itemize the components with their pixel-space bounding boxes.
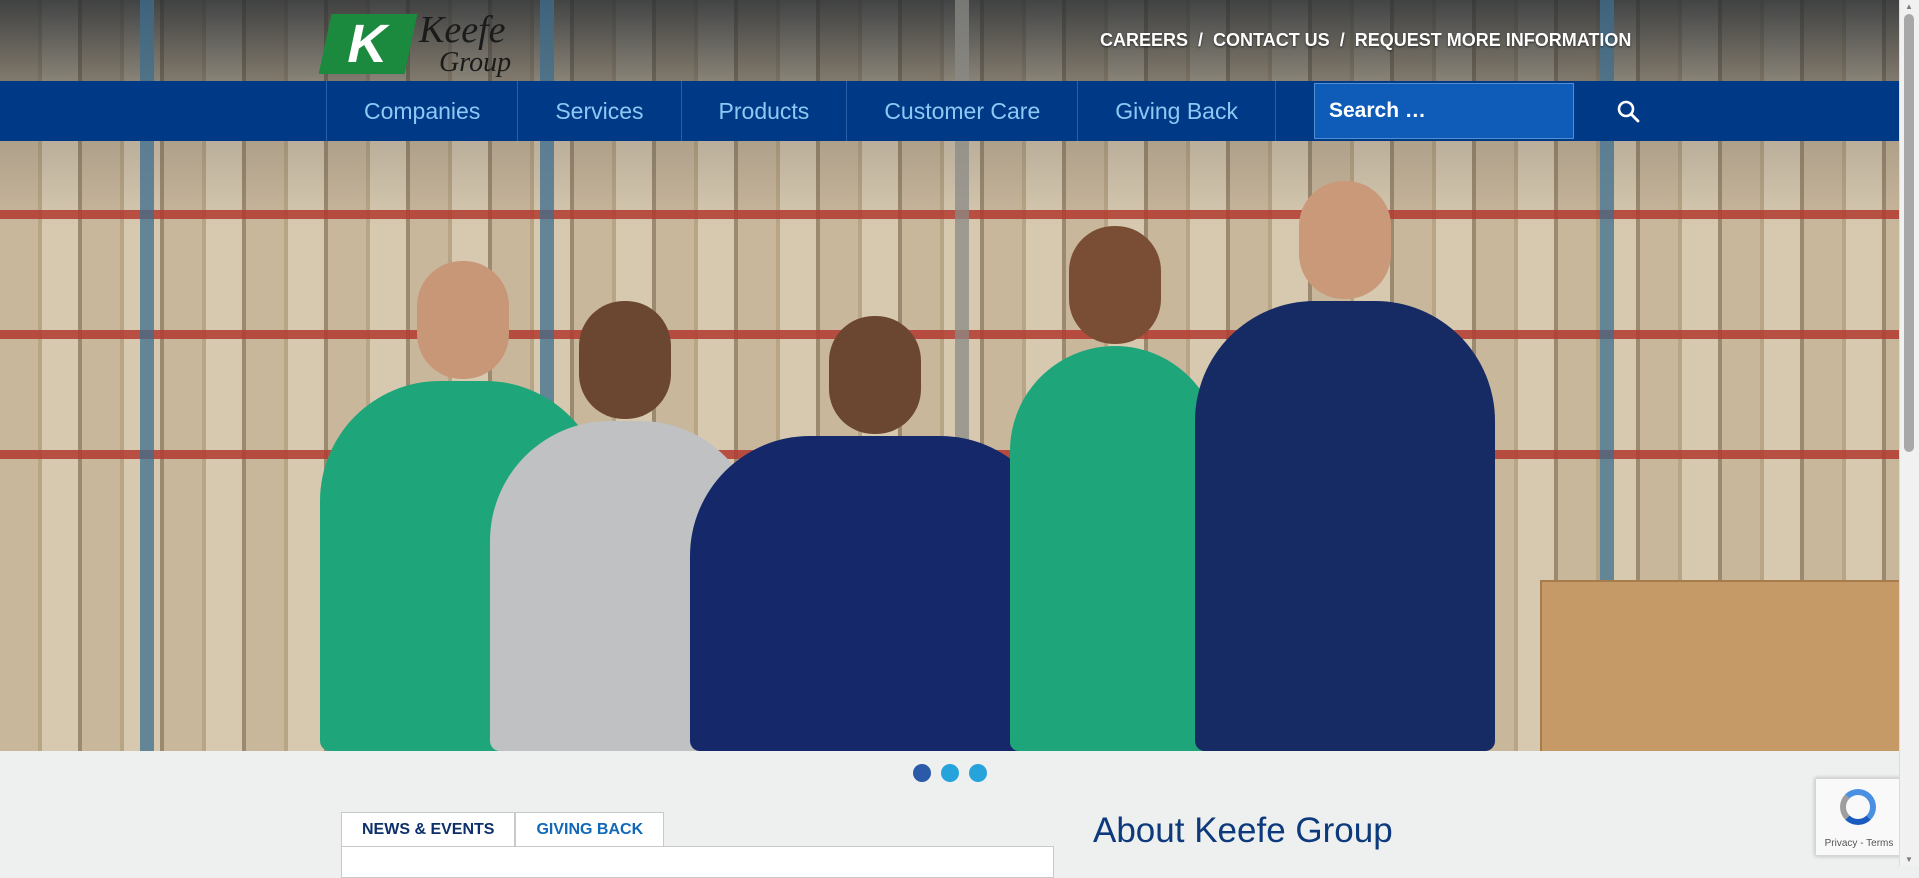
contact-us-link[interactable]: CONTACT US: [1213, 30, 1330, 51]
tab-news-events[interactable]: NEWS & EVENTS: [341, 812, 516, 847]
warehouse-shelf: [0, 210, 1900, 219]
cardboard-box: [1540, 580, 1900, 751]
scroll-up-arrow-icon[interactable]: ▲: [1905, 2, 1913, 11]
nav-item-products[interactable]: Products: [680, 81, 847, 141]
keefe-group-logo[interactable]: K Keefe Group: [318, 8, 540, 80]
recaptcha-separator: -: [1860, 838, 1864, 849]
search-icon: [1617, 100, 1640, 123]
tab-panel: [341, 846, 1054, 878]
link-separator: /: [1198, 30, 1204, 50]
nav-list: Companies Services Products Customer Car…: [326, 81, 1276, 141]
carousel-dot-2[interactable]: [941, 764, 959, 782]
logo-text-group: Group: [439, 47, 512, 78]
page-scrollbar[interactable]: ▲ ▼: [1899, 0, 1919, 866]
request-info-link[interactable]: REQUEST MORE INFORMATION: [1355, 30, 1632, 51]
search-button[interactable]: [1616, 84, 1640, 138]
warehouse-shelf: [0, 330, 1900, 339]
search-box: [1314, 83, 1640, 139]
scrollbar-thumb[interactable]: [1904, 14, 1914, 452]
logo-k-mark: K: [318, 14, 418, 74]
main-navigation: Companies Services Products Customer Car…: [0, 81, 1900, 141]
utility-links: CAREERS / CONTACT US / REQUEST MORE INFO…: [1100, 30, 1631, 51]
nav-item-companies[interactable]: Companies: [326, 81, 517, 141]
recaptcha-logo-icon: [1840, 789, 1876, 825]
content-tabs: NEWS & EVENTS GIVING BACK: [341, 812, 665, 847]
search-input[interactable]: [1315, 83, 1616, 139]
scroll-down-arrow-icon[interactable]: ▼: [1905, 855, 1913, 864]
link-separator: /: [1339, 30, 1345, 50]
carousel-pagination: [913, 764, 987, 782]
logo-text-keefe: Keefe: [419, 9, 506, 51]
carousel-dot-1[interactable]: [913, 764, 931, 782]
careers-link[interactable]: CAREERS: [1100, 30, 1188, 51]
recaptcha-badge[interactable]: Privacy - Terms: [1815, 778, 1903, 856]
about-heading: About Keefe Group: [1093, 811, 1393, 850]
worker-figure: [1195, 181, 1495, 751]
nav-item-giving-back[interactable]: Giving Back: [1077, 81, 1276, 141]
nav-item-customer-care[interactable]: Customer Care: [846, 81, 1077, 141]
worker-figure: [1010, 226, 1220, 751]
worker-figure: [690, 316, 1060, 751]
recaptcha-terms-link[interactable]: Terms: [1866, 838, 1893, 849]
recaptcha-privacy-link[interactable]: Privacy: [1825, 838, 1858, 849]
carousel-dot-3[interactable]: [969, 764, 987, 782]
tab-giving-back[interactable]: GIVING BACK: [515, 812, 665, 847]
nav-item-services[interactable]: Services: [517, 81, 680, 141]
